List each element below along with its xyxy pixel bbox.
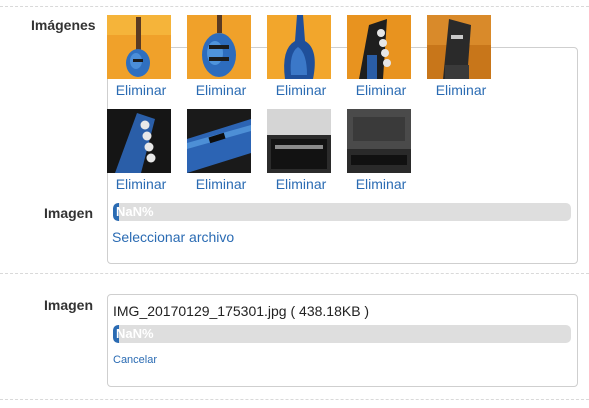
thumbnail-guitar-body-angle[interactable] [187,15,251,79]
delete-image-5[interactable]: Eliminar [421,82,501,98]
thumbnail-guitar-neck-pickups[interactable] [187,109,251,173]
thumbnail-guitar-headstock-front[interactable] [347,15,411,79]
thumbnail-guitar-headstock-side[interactable] [107,109,171,173]
images-label: Imágenes [31,17,96,33]
thumbnail-guitar-headstock-logo[interactable] [427,15,491,79]
upload-progress-text: NaN% [116,204,154,219]
delete-image-3[interactable]: Eliminar [261,82,341,98]
delete-image-8[interactable]: Eliminar [261,176,341,192]
file-name: IMG_20170129_175301.jpg ( 438.18KB ) [113,303,370,319]
top-separator [0,6,589,7]
thumbnail-guitar-back[interactable] [267,15,331,79]
image-progress-text: NaN% [116,326,154,341]
bottom-separator [0,399,589,400]
image-progress-bar: NaN% [113,325,571,343]
delete-image-1[interactable]: Eliminar [101,82,181,98]
image-label: Imagen [44,297,94,313]
upload-progress-bar: NaN% [113,203,571,221]
delete-image-9[interactable]: Eliminar [341,176,421,192]
cancel-upload-link[interactable]: Cancelar [113,354,157,366]
delete-image-6[interactable]: Eliminar [101,176,181,192]
section-separator [0,273,589,274]
upload-image-label: Imagen [44,205,94,221]
delete-image-4[interactable]: Eliminar [341,82,421,98]
thumbnail-guitar-front[interactable] [107,15,171,79]
select-file-link[interactable]: Seleccionar archivo [112,229,234,245]
delete-image-7[interactable]: Eliminar [181,176,261,192]
thumbnail-guitar-case-open[interactable] [267,109,331,173]
delete-image-2[interactable]: Eliminar [181,82,261,98]
thumbnail-guitar-case-closed[interactable] [347,109,411,173]
